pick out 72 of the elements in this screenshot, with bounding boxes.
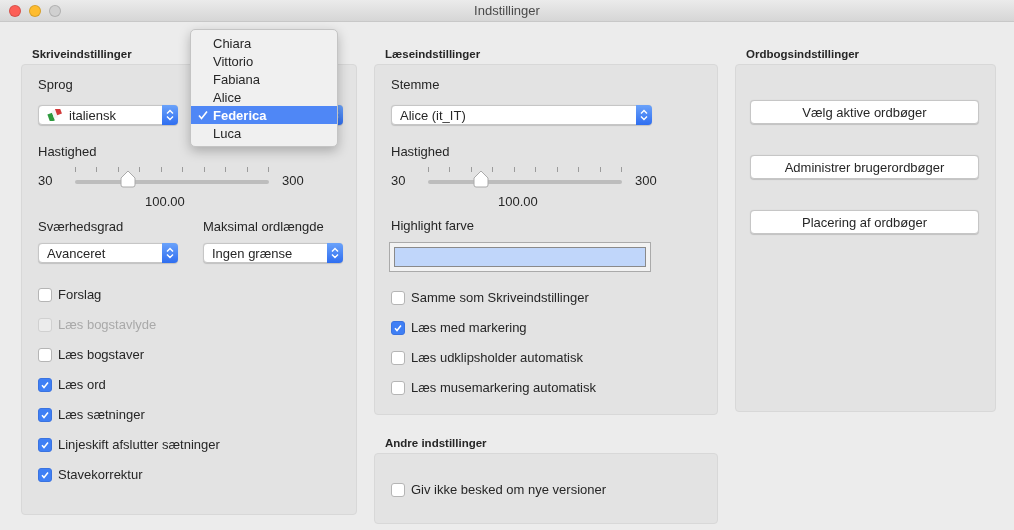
checkbox-option[interactable]: Læs sætninger [38, 407, 145, 422]
close-button[interactable] [9, 4, 21, 17]
stepper-icon [162, 243, 178, 263]
flag-icon [47, 109, 63, 121]
stepper-icon [636, 105, 652, 125]
select-value: Ingen grænse [212, 245, 293, 261]
slider-value: 100.00 [145, 194, 185, 209]
group-title: Ordbogsindstillinger [745, 47, 860, 62]
field-label: Sværhedsgrad [38, 219, 125, 235]
voice-select[interactable]: Alice (it_IT) [391, 105, 652, 125]
checkbox[interactable] [38, 287, 52, 302]
checkbox[interactable] [38, 407, 52, 422]
difficulty-select[interactable]: Avanceret [38, 243, 178, 263]
field-label: Highlight farve [391, 218, 475, 234]
minimize-button[interactable] [29, 4, 41, 17]
slider-max: 300 [635, 172, 658, 188]
slider-min: 30 [38, 172, 54, 188]
checkmark-icon [40, 469, 50, 480]
checkmark-icon [40, 439, 50, 450]
checkbox-option[interactable]: Linjeskift afslutter sætninger [38, 437, 220, 452]
language-select[interactable]: italiensk [38, 105, 178, 125]
checkbox[interactable] [391, 290, 405, 305]
checkbox-option[interactable]: Forslag [38, 287, 102, 302]
checkmark-icon [198, 110, 208, 120]
checkbox[interactable] [391, 320, 405, 335]
length-select[interactable]: Ingen grænse [203, 243, 343, 263]
field-label: Maksimal ordlængde [203, 219, 324, 235]
window-title: Indstillinger [474, 3, 540, 18]
menu-item[interactable]: Fabiana [191, 70, 337, 88]
field-label: Hastighed [391, 144, 450, 160]
stepper-icon [327, 243, 343, 263]
menu-item[interactable]: Luca [191, 124, 337, 142]
stepper-icon [162, 105, 178, 125]
checkbox-option[interactable]: Læs udklipsholder automatisk [391, 350, 583, 365]
select-value: Avanceret [47, 245, 106, 261]
slider-thumb[interactable] [117, 169, 138, 189]
dictionary-button[interactable]: Placering af ordbøger [750, 210, 979, 234]
checkbox[interactable] [391, 350, 405, 365]
checkmark-icon [40, 409, 50, 420]
menu-item[interactable]: Vittorio [191, 52, 337, 70]
checkbox-option[interactable]: Læs med markering [391, 320, 527, 335]
menu-item[interactable]: Chiara [191, 34, 337, 52]
checkbox[interactable] [38, 377, 52, 392]
group-title: Andre indstillinger [384, 436, 487, 451]
checkbox[interactable] [391, 482, 405, 497]
dictionary-button[interactable]: Administrer brugerordbøger [750, 155, 979, 179]
slider-thumb[interactable] [470, 169, 491, 189]
slider-min: 30 [391, 172, 407, 188]
checkbox-option[interactable]: Stavekorrektur [38, 467, 143, 482]
checkbox[interactable] [38, 467, 52, 482]
checkbox-option[interactable]: Giv ikke besked om nye versioner [391, 482, 607, 497]
slider-max: 300 [282, 172, 305, 188]
group-title: Skriveindstillinger [31, 47, 132, 62]
field-label: Sprog [38, 77, 73, 93]
slider-value: 100.00 [498, 194, 538, 209]
select-value: Alice (it_IT) [400, 107, 466, 123]
checkbox-option[interactable]: Læs musemarkering automatisk [391, 380, 596, 395]
field-label: Stemme [391, 77, 440, 93]
checkbox[interactable] [391, 380, 405, 395]
checkbox-option[interactable]: Samme som Skriveindstillinger [391, 290, 589, 305]
menu-item[interactable]: Alice [191, 88, 337, 106]
checkbox-option[interactable]: Læs bogstaver [38, 347, 144, 362]
dictionary-button[interactable]: Vælg aktive ordbøger [750, 100, 979, 124]
checkmark-icon [40, 379, 50, 390]
checkbox[interactable] [38, 437, 52, 452]
field-label: Hastighed [38, 144, 97, 160]
checkmark-icon [393, 322, 403, 333]
zoom-button[interactable] [49, 4, 61, 17]
group-title: Læseindstillinger [384, 47, 481, 62]
checkbox[interactable] [38, 347, 52, 362]
select-value: italiensk [69, 107, 116, 123]
checkbox-option[interactable]: Læs ord [38, 377, 106, 392]
